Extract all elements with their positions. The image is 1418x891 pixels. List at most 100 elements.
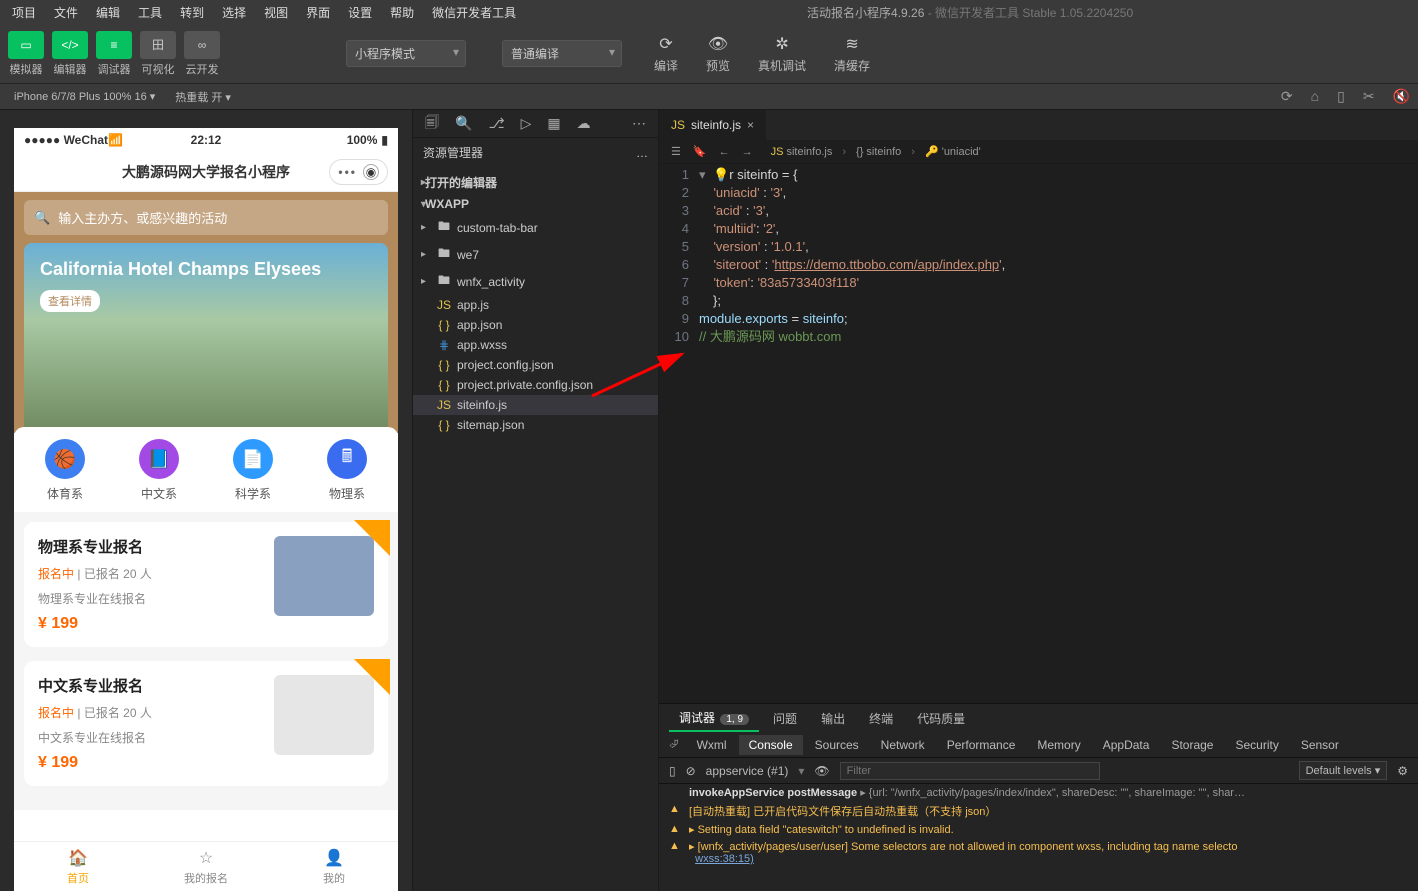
files-icon[interactable]: 🗐 [425, 112, 439, 136]
tab-debugger[interactable]: 调试器 1, 9 [669, 705, 759, 732]
tab-terminal[interactable]: 终端 [859, 706, 903, 731]
log-levels-select[interactable]: Default levels ▾ [1299, 761, 1388, 780]
inspect-icon[interactable]: ⮰ [669, 737, 679, 752]
tab-output[interactable]: 输出 [811, 706, 855, 731]
code-content[interactable]: ▾💡r siteinfo = { 'uniacid' : '3', 'acid'… [699, 166, 1418, 703]
capsule-menu-icon[interactable]: ••• [338, 165, 357, 179]
file-item[interactable]: { }sitemap.json [413, 415, 658, 435]
phone-icon[interactable]: ▯ [1337, 88, 1345, 105]
compile-button[interactable]: ⟳编译 [654, 33, 678, 74]
menu-settings[interactable]: 设置 [340, 2, 380, 23]
context-select[interactable]: appservice (#1) [706, 764, 789, 778]
open-editors-section[interactable]: ▸打开的编辑器 [413, 171, 658, 194]
device-select[interactable]: iPhone 6/7/8 Plus 100% 16 ▾ [8, 89, 161, 104]
cat-physics[interactable]: 🖩物理系 [300, 439, 394, 502]
cat-sports[interactable]: 🏀体育系 [18, 439, 112, 502]
file-item[interactable]: JSsiteinfo.js [413, 395, 658, 415]
crumb-item[interactable]: 🔑 'uniacid' [925, 145, 981, 158]
tab-my-signup[interactable]: ☆我的报名 [142, 842, 270, 891]
cloud-button[interactable]: ∞ [184, 31, 220, 59]
simulator-button[interactable]: ▭ [8, 31, 44, 59]
remote-debug-button[interactable]: ✲真机调试 [758, 33, 806, 74]
ext-icon[interactable]: ▦ [547, 115, 560, 132]
cat-science[interactable]: 📄科学系 [206, 439, 300, 502]
more-icon[interactable]: … [636, 146, 648, 160]
reload-icon[interactable]: ⟳ [1281, 88, 1293, 105]
panel-wxml[interactable]: Wxml [687, 735, 737, 755]
cat-chinese[interactable]: 📘中文系 [112, 439, 206, 502]
eye-icon[interactable]: 👁 [814, 764, 829, 778]
file-item[interactable]: ⋕app.wxss [413, 335, 658, 355]
capsule-close-icon[interactable]: ◉ [363, 164, 379, 180]
panel-network[interactable]: Network [871, 735, 935, 755]
panel-performance[interactable]: Performance [937, 735, 1026, 755]
gear-icon[interactable]: ⚙ [1397, 764, 1408, 778]
file-item[interactable]: { }app.json [413, 315, 658, 335]
folder-item[interactable]: ▸🖿wnfx_activity [413, 268, 658, 295]
capsule[interactable]: ••• ◉ [329, 159, 388, 185]
menu-project[interactable]: 项目 [4, 2, 44, 23]
tab-mine[interactable]: 👤我的 [270, 842, 398, 891]
menu-interface[interactable]: 界面 [298, 2, 338, 23]
debug-icon[interactable]: ▷ [521, 115, 532, 132]
editor-body[interactable]: 12345678910 ▾💡r siteinfo = { 'uniacid' :… [659, 164, 1418, 703]
file-item[interactable]: JSapp.js [413, 295, 658, 315]
list-item[interactable]: 物理系专业报名 报名中 | 已报名 20 人 物理系专业在线报名 ¥ 199 [24, 522, 388, 647]
preview-button[interactable]: 👁预览 [706, 33, 730, 74]
volume-icon[interactable]: 🔇 [1393, 88, 1410, 105]
visual-button[interactable]: 田 [140, 31, 176, 59]
panel-appdata[interactable]: AppData [1093, 735, 1160, 755]
hot-reload-select[interactable]: 热重载 开 ▾ [169, 88, 237, 106]
scissors-icon[interactable]: ✂ [1363, 88, 1375, 105]
menu-devtools[interactable]: 微信开发者工具 [424, 2, 524, 23]
panel-sensor[interactable]: Sensor [1291, 735, 1349, 755]
panel-console[interactable]: Console [739, 735, 803, 755]
list-item[interactable]: 中文系专业报名 报名中 | 已报名 20 人 中文系专业在线报名 ¥ 199 [24, 661, 388, 786]
panel-security[interactable]: Security [1225, 735, 1288, 755]
panel-storage[interactable]: Storage [1161, 735, 1223, 755]
mode-select[interactable]: 小程序模式 [346, 40, 466, 67]
list-icon[interactable]: ☰ [671, 145, 681, 158]
editor-tab[interactable]: JSsiteinfo.js× [659, 110, 767, 140]
menu-select[interactable]: 选择 [214, 2, 254, 23]
menu-edit[interactable]: 编辑 [88, 2, 128, 23]
branch-icon[interactable]: ⎇ [488, 115, 504, 132]
panel-memory[interactable]: Memory [1027, 735, 1090, 755]
hero-cta[interactable]: 查看详情 [40, 290, 100, 312]
search-icon[interactable]: 🔍 [455, 115, 472, 132]
tab-home[interactable]: 🏠首页 [14, 842, 142, 891]
hero-banner[interactable]: California Hotel Champs Elysees 查看详情 [24, 243, 388, 433]
panel-sources[interactable]: Sources [805, 735, 869, 755]
sidebar-toggle-icon[interactable]: ▯ [669, 764, 676, 778]
search-input[interactable]: 🔍输入主办方、或感兴趣的活动 [24, 200, 388, 235]
menu-view[interactable]: 视图 [256, 2, 296, 23]
folder-item[interactable]: ▸🖿we7 [413, 241, 658, 268]
lightbulb-icon[interactable]: 💡 [713, 167, 729, 182]
crumb-item[interactable]: siteinfo.js [786, 146, 832, 158]
cloud-icon[interactable]: ☁ [577, 115, 591, 132]
clear-icon[interactable]: ⊘ [686, 764, 696, 778]
tab-code-quality[interactable]: 代码质量 [907, 706, 975, 731]
file-item[interactable]: { }project.config.json [413, 355, 658, 375]
menu-goto[interactable]: 转到 [172, 2, 212, 23]
menu-tools[interactable]: 工具 [130, 2, 170, 23]
more-icon[interactable]: ⋯ [632, 115, 646, 132]
file-item[interactable]: { }project.private.config.json [413, 375, 658, 395]
menu-file[interactable]: 文件 [46, 2, 86, 23]
bookmark-icon[interactable]: 🔖 [693, 145, 707, 158]
back-icon[interactable]: ← [719, 146, 730, 158]
clear-cache-button[interactable]: ≋清缓存 [834, 33, 870, 74]
console-output[interactable]: invokeAppService postMessage ▸ {url: "/w… [659, 784, 1418, 891]
forward-icon[interactable]: → [742, 146, 753, 158]
home-icon[interactable]: ⌂ [1311, 88, 1319, 105]
folder-item[interactable]: ▸🖿custom-tab-bar [413, 214, 658, 241]
editor-button[interactable]: </> [52, 31, 88, 59]
filter-input[interactable] [840, 762, 1100, 780]
tab-problems[interactable]: 问题 [763, 706, 807, 731]
debugger-button[interactable]: ≡ [96, 31, 132, 59]
project-root[interactable]: ▾WXAPP [413, 194, 658, 214]
close-icon[interactable]: × [747, 118, 754, 132]
compile-select[interactable]: 普通编译 [502, 40, 622, 67]
menu-help[interactable]: 帮助 [382, 2, 422, 23]
crumb-item[interactable]: {} siteinfo [856, 146, 901, 158]
